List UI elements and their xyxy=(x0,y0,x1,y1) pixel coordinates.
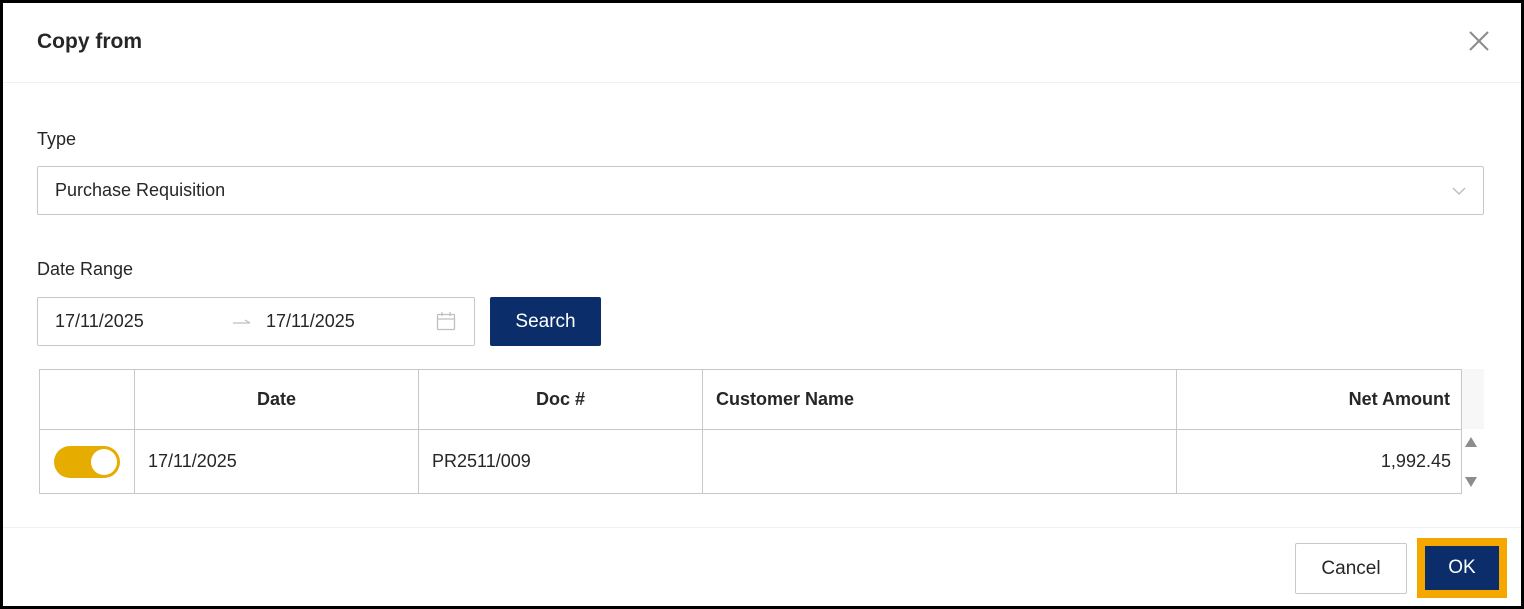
row-date: 17/11/2025 xyxy=(135,430,419,493)
column-header-date[interactable]: Date xyxy=(135,370,419,429)
cancel-button[interactable]: Cancel xyxy=(1295,543,1407,594)
table-scroll-gutter xyxy=(1462,369,1484,429)
table-row[interactable]: 17/11/2025 PR2511/009 1,992.45 xyxy=(40,430,1461,493)
row-net-amount: 1,992.45 xyxy=(1380,451,1451,471)
close-icon xyxy=(1469,31,1489,51)
caret-up-icon[interactable] xyxy=(1464,436,1478,448)
type-select[interactable]: Purchase Requisition xyxy=(37,166,1484,215)
row-select-toggle[interactable] xyxy=(54,445,120,478)
ok-button-focus-ring: OK xyxy=(1417,538,1507,598)
type-select-value: Purchase Requisition xyxy=(55,180,226,200)
end-date-input[interactable]: 17/11/2025 xyxy=(266,311,355,332)
dialog-footer xyxy=(3,527,1521,609)
row-customer-name xyxy=(703,430,1177,493)
close-button[interactable] xyxy=(1465,27,1493,55)
date-range-label: Date Range xyxy=(37,259,134,279)
ok-button[interactable]: OK xyxy=(1425,546,1499,590)
column-header-doc-no[interactable]: Doc # xyxy=(419,370,703,429)
search-button[interactable]: Search xyxy=(490,297,601,346)
results-table: Date Doc # Customer Name Net Amount 17/1… xyxy=(39,369,1462,494)
row-select-cell xyxy=(40,430,135,493)
dialog-header: Copy from xyxy=(3,3,1521,83)
date-range-picker[interactable]: 17/11/2025 17/11/2025 xyxy=(37,297,475,346)
column-header-customer-name[interactable]: Customer Name xyxy=(703,370,1177,429)
type-label: Type xyxy=(37,129,77,149)
calendar-icon[interactable] xyxy=(435,310,457,332)
dialog-title: Copy from xyxy=(37,30,142,53)
column-header-select xyxy=(40,370,135,429)
copy-from-dialog: Copy from Type Purchase Requisition Date… xyxy=(0,0,1524,609)
table-header-row: Date Doc # Customer Name Net Amount xyxy=(40,370,1461,430)
toggle-knob xyxy=(91,448,117,475)
arrow-right-icon xyxy=(233,319,251,324)
caret-down-icon[interactable] xyxy=(1464,476,1478,488)
chevron-down-icon xyxy=(1452,187,1466,196)
column-header-net-amount[interactable]: Net Amount xyxy=(1177,370,1462,429)
row-doc-no: PR2511/009 xyxy=(419,430,703,493)
start-date-input[interactable]: 17/11/2025 xyxy=(55,311,144,332)
